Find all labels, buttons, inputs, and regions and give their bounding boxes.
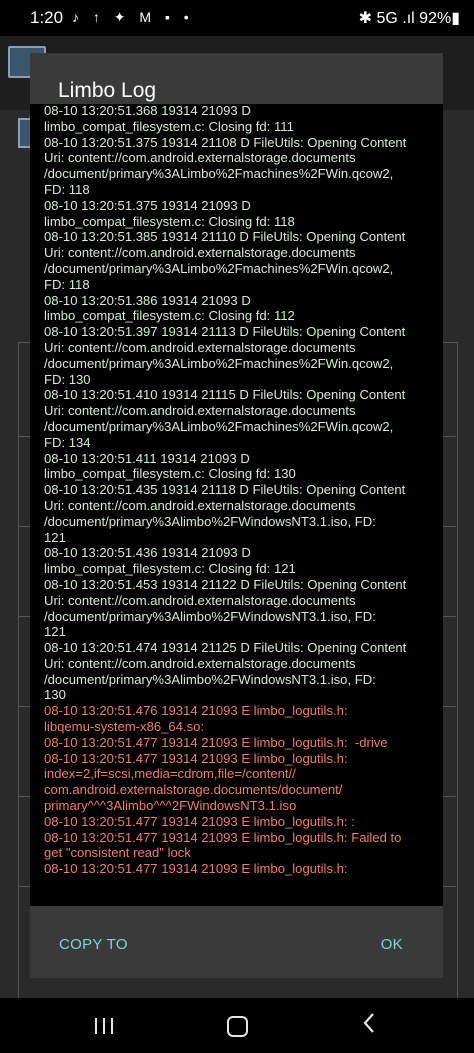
log-line: libqemu-system-x86_64.so: xyxy=(44,719,205,735)
log-line: 121 xyxy=(44,529,66,545)
log-line: Uri: content://com.android.externalstora… xyxy=(44,150,356,166)
log-line: limbo_compat_filesystem.c: Closing fd: 1… xyxy=(44,561,296,577)
log-line: 121 xyxy=(44,624,66,640)
log-line: /document/primary%3ALimbo%2Fmachines%2FW… xyxy=(44,355,394,371)
log-line: 08-10 13:20:51.385 19314 21110 D FileUti… xyxy=(44,229,406,245)
log-dialog: Limbo Log 08-10 13:20:51.368 19314 21093… xyxy=(30,53,443,978)
log-line: 08-10 13:20:51.375 19314 21108 D FileUti… xyxy=(44,134,407,150)
log-line: primary^^^3Alimbo^^^2FWindowsNT3.1.iso xyxy=(44,798,297,814)
log-line: 08-10 13:20:51.410 19314 21115 D FileUti… xyxy=(44,387,406,403)
recent-apps-icon[interactable] xyxy=(95,1018,115,1034)
log-line: get "consistent read" lock xyxy=(44,845,191,861)
log-line: 08-10 13:20:51.435 19314 21118 D FileUti… xyxy=(44,482,406,498)
log-line: limbo_compat_filesystem.c: Closing fd: 1… xyxy=(44,118,294,134)
dialog-footer: COPY TO OK xyxy=(30,906,443,978)
log-line: 08-10 13:20:51.477 19314 21093 E limbo_l… xyxy=(44,861,348,877)
back-icon[interactable] xyxy=(362,1012,376,1039)
log-line: /document/primary%3Alimbo%2FWindowsNT3.1… xyxy=(44,608,376,624)
navigation-bar xyxy=(0,998,474,1053)
log-line: Uri: content://com.android.externalstora… xyxy=(44,497,356,513)
log-line: 08-10 13:20:51.477 19314 21093 E limbo_l… xyxy=(44,750,348,766)
log-line: 08-10 13:20:51.375 19314 21093 D xyxy=(44,197,251,213)
dialog-title: Limbo Log xyxy=(58,79,157,102)
log-line: Uri: content://com.android.externalstora… xyxy=(44,592,356,608)
log-line: 08-10 13:20:51.397 19314 21113 D FileUti… xyxy=(44,324,406,340)
dialog-header: Limbo Log xyxy=(30,53,443,104)
log-line: limbo_compat_filesystem.c: Closing fd: 1… xyxy=(44,308,295,324)
status-right-icons: ✱ 5G .ıl 92%▮ xyxy=(358,10,460,27)
log-line: /document/primary%3Alimbo%2FWindowsNT3.1… xyxy=(44,513,376,529)
log-line: 130 xyxy=(44,687,66,703)
log-line: 08-10 13:20:51.368 19314 21093 D xyxy=(44,103,251,118)
log-line: /document/primary%3Alimbo%2FWindowsNT3.1… xyxy=(44,671,376,687)
log-line: Uri: content://com.android.externalstora… xyxy=(44,339,356,355)
log-output[interactable]: 08-10 13:20:51.368 19314 21093 Dlimbo_co… xyxy=(44,103,436,953)
log-line: 08-10 13:20:51.386 19314 21093 D xyxy=(44,292,251,308)
log-line: 08-10 13:20:51.453 19314 21122 D FileUti… xyxy=(44,576,407,592)
status-bar: 1:20 ♪ ↑ ✦ M ▪ • ✱ 5G .ıl 92%▮ xyxy=(0,0,474,36)
log-line: com.android.externalstorage.documents/do… xyxy=(44,782,343,798)
copy-to-button[interactable]: COPY TO xyxy=(59,936,128,953)
log-line: 08-10 13:20:51.476 19314 21093 E limbo_l… xyxy=(44,703,348,719)
log-line: Uri: content://com.android.externalstora… xyxy=(44,655,356,671)
log-line: Uri: content://com.android.externalstora… xyxy=(44,403,356,419)
ok-button[interactable]: OK xyxy=(381,936,403,953)
log-line: /document/primary%3ALimbo%2Fmachines%2FW… xyxy=(44,260,394,276)
log-line: Uri: content://com.android.externalstora… xyxy=(44,245,356,261)
log-line: /document/primary%3ALimbo%2Fmachines%2FW… xyxy=(44,166,394,182)
log-line: /document/primary%3ALimbo%2Fmachines%2FW… xyxy=(44,418,394,434)
log-line: index=2,if=scsi,media=cdrom,file=/conten… xyxy=(44,766,296,782)
log-line: 08-10 13:20:51.477 19314 21093 E limbo_l… xyxy=(44,829,402,845)
log-line: limbo_compat_filesystem.c: Closing fd: 1… xyxy=(44,213,295,229)
log-line: FD: 130 xyxy=(44,371,91,387)
home-icon[interactable] xyxy=(227,1016,248,1037)
notification-icons: ♪ ↑ ✦ M ▪ • xyxy=(72,9,194,25)
status-time: 1:20 xyxy=(30,8,64,27)
log-line: 08-10 13:20:51.477 19314 21093 E limbo_l… xyxy=(44,734,388,750)
log-line: 08-10 13:20:51.474 19314 21125 D FileUti… xyxy=(44,640,407,656)
log-line: 08-10 13:20:51.477 19314 21093 E limbo_l… xyxy=(44,813,355,829)
log-line: limbo_compat_filesystem.c: Closing fd: 1… xyxy=(44,466,296,482)
log-line: FD: 134 xyxy=(44,434,91,450)
log-line: 08-10 13:20:51.411 19314 21093 D xyxy=(44,450,250,466)
log-line: 08-10 13:20:51.436 19314 21093 D xyxy=(44,545,251,561)
log-line: FD: 118 xyxy=(44,181,90,197)
log-line: FD: 118 xyxy=(44,276,90,292)
